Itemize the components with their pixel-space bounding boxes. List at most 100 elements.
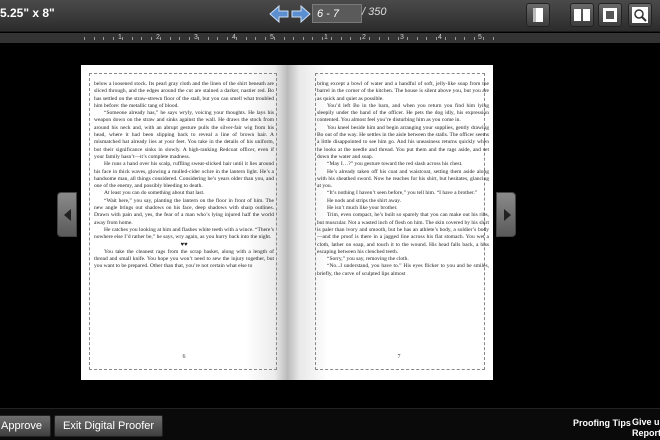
ruler-tick	[445, 37, 446, 40]
next-page-button[interactable]	[290, 4, 312, 24]
top-toolbar: 5.25" x 8" / 350	[0, 0, 660, 32]
ruler-tick	[454, 37, 456, 40]
ruler-tick	[321, 37, 323, 40]
ruler-number: 4	[438, 34, 442, 41]
ruler-tick	[359, 37, 361, 40]
bottom-bar: Approve Exit Digital Proofer Proofing Ti…	[0, 408, 660, 440]
arrow-left-icon	[269, 4, 289, 24]
page-number: 7	[397, 354, 401, 360]
proofing-tips-link[interactable]: Proofing Tips	[573, 418, 631, 428]
paragraph: He catches you looking at him and flashe…	[94, 226, 274, 241]
ruler-tick	[207, 37, 209, 40]
paragraph: He runs a hand over his scalp, ruffling …	[94, 161, 274, 190]
ruler-tick	[245, 37, 247, 40]
ruler-tick	[340, 37, 342, 40]
fullscreen-button[interactable]	[598, 3, 622, 27]
page-total-label: / 350	[362, 6, 387, 18]
ruler-tick	[388, 37, 389, 40]
previous-page-button[interactable]	[268, 4, 290, 24]
ruler-tick	[103, 37, 104, 40]
ruler-tick	[492, 37, 494, 40]
ruler-tick	[464, 37, 465, 40]
ruler-tick	[93, 37, 95, 40]
page-number: 6	[182, 354, 186, 360]
paragraph: You’d left Bo in the barn, and when you …	[317, 102, 489, 124]
ruler-tick	[397, 37, 399, 40]
ruler-tick	[122, 37, 123, 40]
paragraph: bring except a bowl of water and a handf…	[317, 81, 489, 102]
ruler-number: 1	[324, 34, 328, 41]
paragraph: He’s already taken off his coat and wais…	[317, 168, 489, 190]
ruler-tick	[226, 37, 228, 40]
ruler-tick	[293, 37, 294, 40]
previous-page-side-button[interactable]	[57, 192, 77, 237]
section-break: ♥♥	[180, 241, 188, 248]
trim-size-label: 5.25" x 8"	[0, 6, 55, 20]
ruler-number: 5	[478, 34, 482, 41]
ruler-tick	[283, 37, 285, 40]
ruler-tick	[236, 37, 237, 40]
exit-digital-proofer-button[interactable]: Exit Digital Proofer	[54, 415, 164, 437]
report-link[interactable]: Report a	[632, 428, 660, 438]
right-page-text: bring except a bowl of water and a handf…	[317, 81, 489, 356]
paragraph: “No...I understand, you have to.” His ey…	[317, 263, 489, 277]
paragraph: “May I…?” you gesture toward the red sla…	[327, 161, 463, 168]
ruler-tick	[407, 37, 408, 40]
left-page-text: below a loosened stock. Its pearl gray c…	[94, 81, 274, 356]
paragraph: Trim, even compact, he’s built so sparel…	[317, 212, 489, 255]
fullscreen-icon	[603, 8, 617, 22]
single-page-view-button[interactable]	[526, 3, 550, 27]
ruler-tick	[378, 37, 380, 40]
ruler-tick	[435, 37, 437, 40]
paragraph: You take the cleanest rags from the scra…	[94, 248, 274, 270]
arrow-right-icon	[291, 4, 311, 24]
ruler-tick	[350, 37, 351, 40]
ruler-tick	[426, 37, 427, 40]
ruler-tick	[112, 37, 114, 40]
ruler-tick	[483, 37, 484, 40]
ruler-tick	[169, 37, 171, 40]
ruler: 1 2 3 4 5 1 2 3 4 5	[0, 33, 660, 43]
paragraph: “It’s nothing I haven’t seen before,” yo…	[327, 190, 478, 197]
ruler-number: 2	[362, 34, 366, 41]
paragraph: He nods and strips the shirt away.	[327, 197, 402, 204]
give-feedback-link[interactable]: Give us	[632, 417, 660, 427]
ruler-tick	[198, 37, 199, 40]
ruler-tick	[264, 37, 266, 40]
ruler-tick	[302, 37, 304, 40]
paragraph: At least you can do something about that…	[104, 190, 205, 197]
ruler-tick	[255, 37, 256, 40]
ruler-tick	[131, 37, 133, 40]
two-page-icon	[574, 9, 590, 21]
chevron-right-icon	[504, 209, 511, 221]
ruler-tick	[369, 37, 370, 40]
ruler-tick	[84, 37, 85, 40]
ruler-tick	[188, 37, 190, 40]
ruler-number: 3	[400, 34, 404, 41]
ruler-tick	[150, 37, 152, 40]
single-page-icon	[533, 8, 543, 22]
ruler-tick	[141, 37, 142, 40]
paragraph: “Someone already has,” he says wryly, vo…	[94, 110, 274, 160]
ruler-tick	[217, 37, 218, 40]
ruler-tick	[473, 37, 475, 40]
ruler-tick	[416, 37, 418, 40]
page-number-input[interactable]	[312, 4, 362, 23]
ruler-tick	[274, 37, 275, 40]
left-page: below a loosened stock. Its pearl gray c…	[81, 65, 287, 380]
paragraph: You kneel beside him and begin arranging…	[317, 124, 489, 160]
right-page: bring except a bowl of water and a handf…	[287, 65, 493, 380]
approve-button[interactable]: Approve	[0, 415, 51, 437]
ruler-tick	[331, 37, 332, 40]
ruler-tick	[160, 37, 161, 40]
chevron-left-icon	[64, 209, 71, 221]
ruler-tick	[312, 37, 313, 40]
zoom-icon	[632, 7, 648, 23]
paragraph: “Wait here,” you say, planting the lante…	[94, 197, 274, 226]
paragraph: below a loosened stock. Its pearl gray c…	[94, 81, 274, 109]
two-page-view-button[interactable]	[570, 3, 594, 27]
next-page-side-button[interactable]	[496, 192, 516, 237]
paragraph: He isn’t much like your brother.	[327, 205, 398, 212]
ruler-tick	[179, 37, 180, 40]
zoom-button[interactable]	[628, 3, 652, 27]
